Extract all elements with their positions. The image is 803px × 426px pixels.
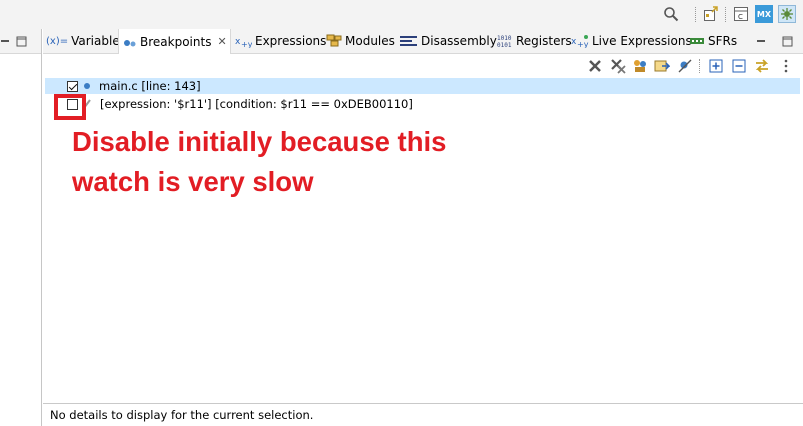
disassembly-icon (400, 35, 418, 47)
expand-all-icon[interactable] (707, 57, 725, 75)
debug-views-panel: (x)= Variables Breakpoints ✕ x +y Express… (43, 29, 803, 426)
remove-all-breakpoints-icon[interactable] (609, 57, 627, 75)
svg-text:0101: 0101 (497, 42, 512, 48)
annotation-highlight-box (54, 94, 86, 120)
svg-text:C: C (738, 13, 743, 21)
collapse-all-icon[interactable] (730, 57, 748, 75)
annotation-line-2: watch is very slow (72, 166, 314, 197)
variables-icon: (x)= (46, 35, 69, 47)
breakpoints-icon (123, 36, 137, 48)
breakpoint-icon (83, 82, 91, 90)
tab-label: Modules (345, 34, 395, 48)
breakpoint-row[interactable]: main.c [line: 143] (45, 78, 800, 94)
tab-breakpoints[interactable]: Breakpoints ✕ (118, 29, 231, 54)
tab-modules[interactable]: Modules (326, 29, 395, 53)
tab-live-expressions[interactable]: x +y Live Expressions (571, 29, 692, 53)
svg-text:1010: 1010 (497, 35, 512, 42)
main-toolbar: C MX (0, 0, 803, 29)
tab-registers[interactable]: 1010 0101 Registers (497, 29, 572, 53)
view-menu-icon[interactable] (777, 57, 795, 75)
toolbar-separator (695, 7, 697, 22)
tab-label: SFRs (708, 34, 738, 48)
breakpoints-toolbar (43, 54, 803, 78)
tab-label: Registers (516, 34, 572, 48)
debug-perspective-icon[interactable] (778, 5, 796, 23)
left-panel (0, 29, 42, 426)
toolbar-separator (725, 7, 727, 22)
link-with-debug-view-icon[interactable] (753, 57, 771, 75)
breakpoint-enabled-checkbox[interactable] (67, 80, 78, 92)
mx-label: MX (756, 9, 772, 19)
go-to-file-icon[interactable] (653, 57, 671, 75)
toolbar-separator (699, 59, 701, 73)
remove-breakpoint-icon[interactable] (586, 57, 604, 75)
mx-icon[interactable]: MX (755, 5, 773, 23)
view-tabbar: (x)= Variables Breakpoints ✕ x +y Express… (43, 29, 803, 54)
panel-divider (41, 29, 42, 426)
expressions-icon: x +y (235, 34, 252, 48)
annotation-text: Disable initially because this watch is … (72, 122, 592, 202)
search-icon[interactable] (662, 5, 680, 23)
close-icon[interactable]: ✕ (217, 35, 226, 48)
tab-label: Breakpoints (140, 34, 212, 49)
tab-disassembly[interactable]: Disassembly (400, 29, 497, 53)
minimize-icon[interactable] (0, 35, 12, 47)
registers-icon: 1010 0101 (497, 34, 513, 48)
cpp-perspective-icon[interactable]: C (732, 5, 750, 23)
debug-view-icon[interactable] (702, 5, 720, 23)
tab-variables[interactable]: (x)= Variables (46, 29, 126, 53)
tab-label: Disassembly (421, 34, 497, 48)
minimize-icon[interactable] (756, 35, 768, 47)
details-pane: No details to display for the current se… (43, 403, 803, 426)
breakpoint-label: main.c [line: 143] (99, 79, 201, 93)
sfrs-icon (689, 35, 705, 47)
breakpoint-row[interactable]: [expression: '$r11'] [condition: $r11 ==… (45, 96, 800, 112)
annotation-line-1: Disable initially because this (72, 126, 447, 157)
svg-text:+y: +y (241, 40, 252, 48)
tab-expressions[interactable]: x +y Expressions (235, 29, 326, 53)
tab-label: Expressions (255, 34, 327, 48)
live-expressions-icon: x +y (571, 34, 589, 48)
skip-all-breakpoints-icon[interactable] (676, 57, 694, 75)
breakpoint-label: [expression: '$r11'] [condition: $r11 ==… (100, 97, 413, 111)
maximize-icon[interactable] (781, 35, 793, 47)
tab-label: Live Expressions (592, 34, 692, 48)
details-text: No details to display for the current se… (50, 408, 314, 422)
maximize-icon[interactable] (15, 35, 27, 47)
left-panel-tabbar (0, 29, 42, 54)
tab-sfrs[interactable]: SFRs (689, 29, 737, 53)
show-supported-breakpoints-icon[interactable] (631, 57, 649, 75)
modules-icon (326, 34, 342, 48)
svg-text:+y: +y (577, 40, 589, 48)
